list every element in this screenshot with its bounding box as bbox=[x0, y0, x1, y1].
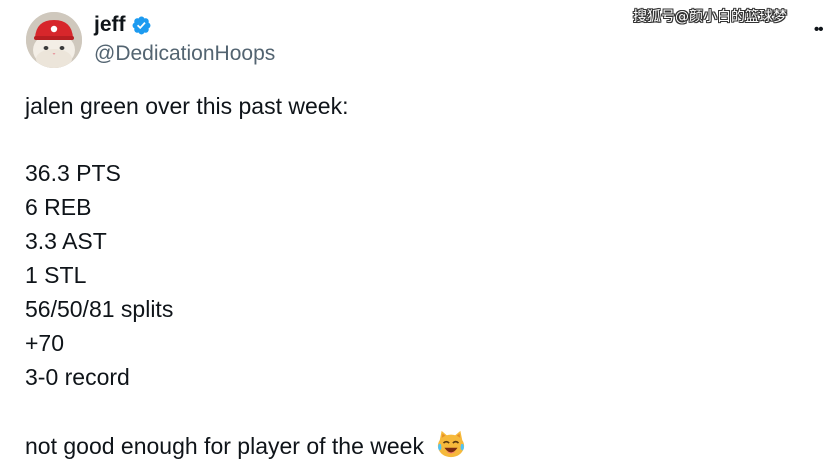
more-options-icon[interactable]: •• bbox=[814, 22, 823, 37]
stat-line: 56/50/81 splits bbox=[25, 296, 174, 322]
stat-line: +70 bbox=[25, 330, 65, 356]
author-name-row: jeff bbox=[94, 11, 152, 39]
crying-laughing-cat-emoji-icon bbox=[438, 430, 465, 458]
tweet-outro-line: not good enough for player of the week bbox=[25, 429, 466, 461]
stat-line: 36.3 PTS bbox=[25, 160, 121, 186]
stat-list: 36.3 PTS 6 REB 3.3 AST 1 STL 56/50/81 sp… bbox=[25, 158, 173, 396]
cat-avatar-icon bbox=[26, 12, 82, 68]
stat-line: 3.3 AST bbox=[25, 228, 107, 254]
tweet-intro-text: jalen green over this past week: bbox=[25, 93, 349, 119]
stat-line: 6 REB bbox=[25, 194, 92, 220]
verified-badge-icon[interactable] bbox=[131, 15, 152, 36]
tweet-card: jeff @DedicationHoops 搜狐号@颜小白的篮球梦 •• jal… bbox=[0, 0, 829, 464]
watermark: 搜狐号@颜小白的篮球梦 bbox=[633, 9, 787, 25]
avatar[interactable] bbox=[26, 12, 82, 68]
stat-line: 3-0 record bbox=[25, 364, 130, 390]
author-display-name[interactable]: jeff bbox=[94, 11, 126, 39]
tweet-outro-text: not good enough for player of the week bbox=[25, 433, 424, 459]
stat-line: 1 STL bbox=[25, 262, 87, 288]
author-handle[interactable]: @DedicationHoops bbox=[94, 40, 275, 68]
